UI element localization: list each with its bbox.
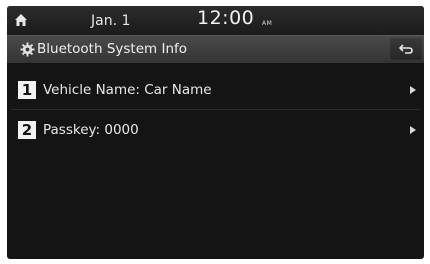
list-item-label: Vehicle Name: Car Name (43, 82, 212, 98)
status-bar: Jan. 1 12:00 AM (7, 6, 424, 35)
list-item-vehicle-name[interactable]: 1 Vehicle Name: Car Name (7, 70, 424, 110)
gear-icon (20, 42, 35, 57)
page-title: Bluetooth System Info (37, 41, 188, 57)
list-item-label: Passkey: 0000 (43, 122, 139, 138)
item-number-badge: 2 (18, 121, 36, 139)
chevron-right-icon (410, 126, 416, 134)
back-button[interactable] (390, 38, 422, 60)
time-display: 12:00 (197, 7, 255, 29)
date-display: Jan. 1 (91, 13, 131, 29)
item-number-badge: 1 (18, 81, 36, 99)
ampm-indicator: AM (262, 20, 273, 27)
screen: Jan. 1 12:00 AM Bluetooth System Info 1 … (7, 6, 424, 259)
title-bar: Bluetooth System Info (7, 35, 424, 63)
list-item-passkey[interactable]: 2 Passkey: 0000 (7, 110, 424, 150)
home-icon (15, 14, 27, 26)
chevron-right-icon (410, 86, 416, 94)
back-arrow-icon (399, 44, 413, 54)
home-button[interactable] (9, 8, 33, 32)
